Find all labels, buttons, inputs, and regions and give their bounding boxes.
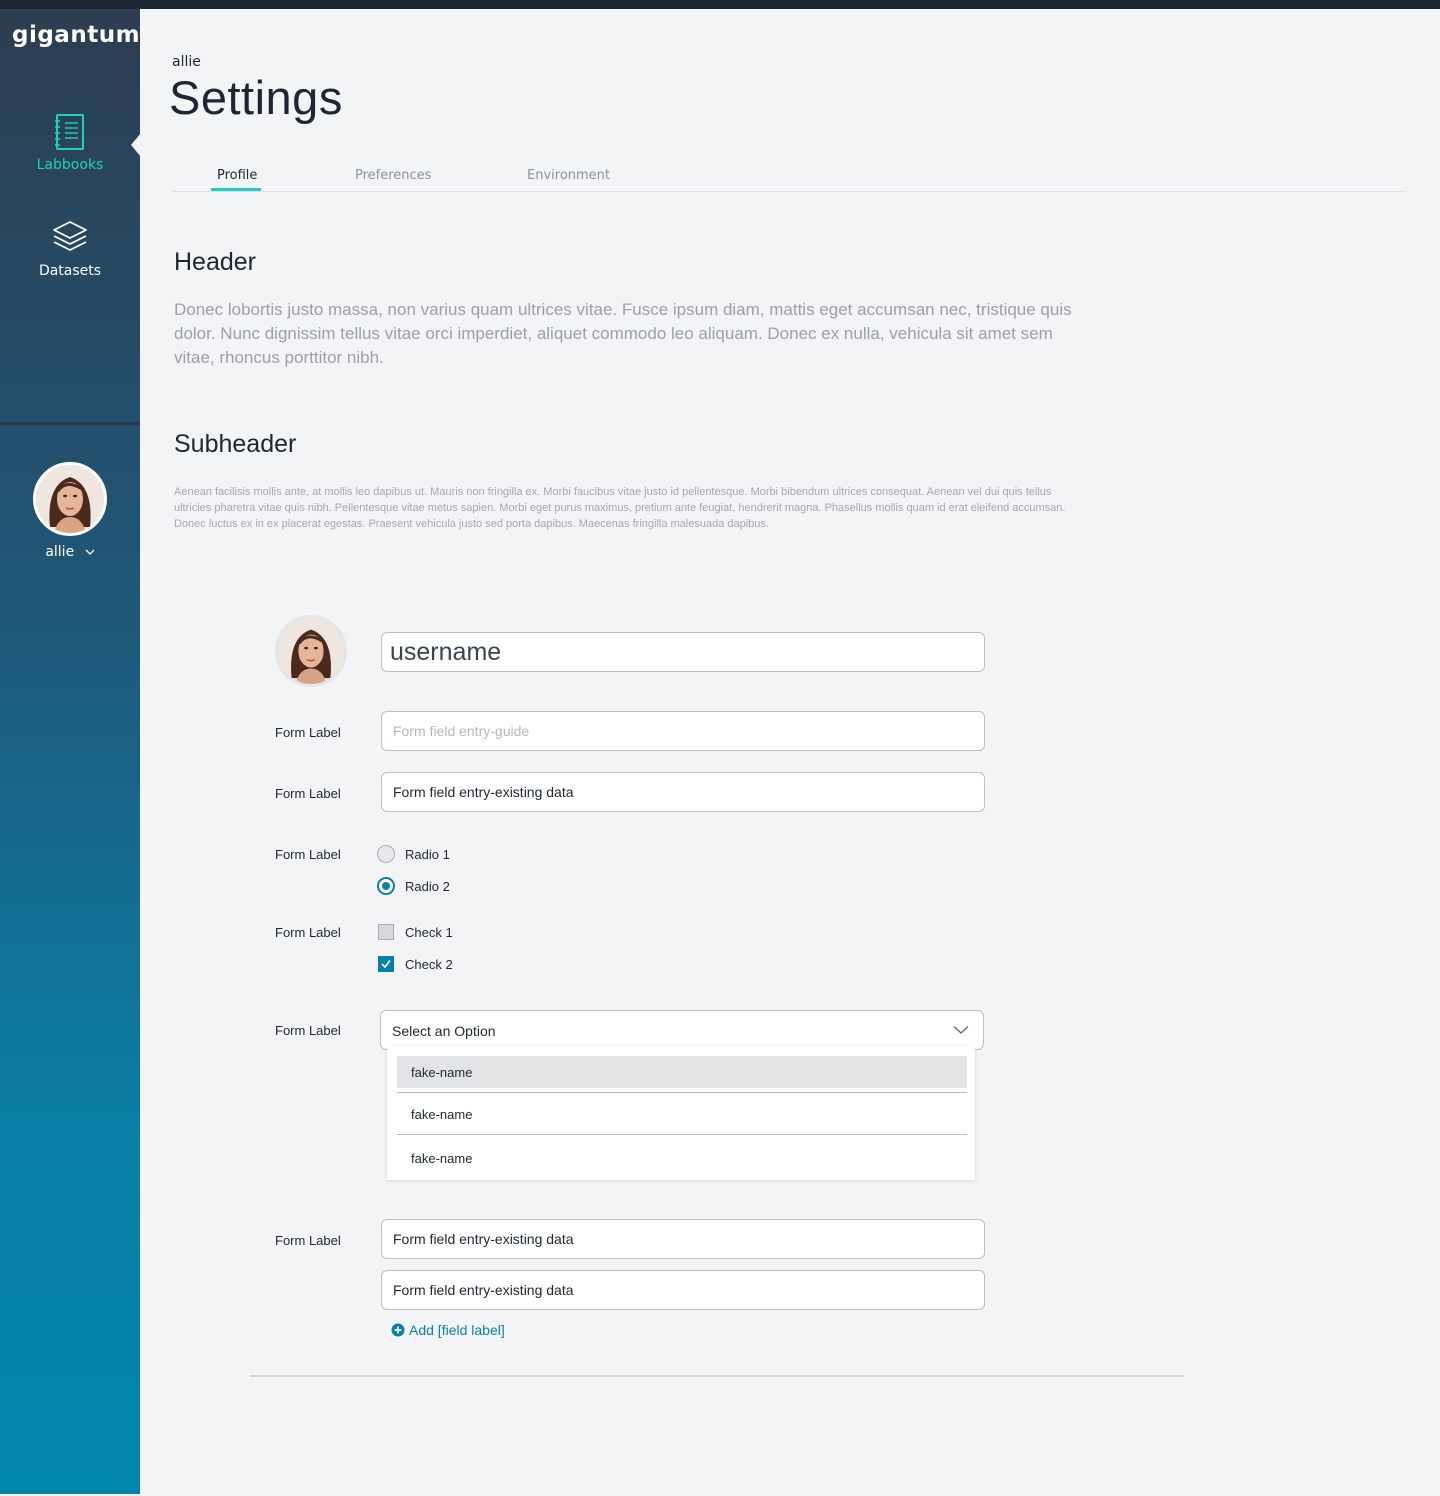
radio-label: Radio 2 [405, 879, 450, 894]
active-tab-indicator [211, 188, 261, 191]
form-label: Form Label [275, 725, 341, 740]
form-label: Form Label [275, 1233, 341, 1248]
multi-field-1[interactable] [381, 1219, 985, 1259]
sidebar: gigantum Labbooks Datasets allie [0, 9, 141, 1494]
page-title: Settings [169, 71, 343, 124]
form-label: Form Label [275, 786, 341, 801]
chevron-down-icon [85, 549, 95, 555]
user-menu[interactable]: allie [0, 544, 140, 560]
form-label: Form Label [275, 1023, 341, 1038]
checkmark-icon [381, 960, 391, 969]
tab-environment[interactable]: Environment [527, 168, 610, 183]
avatar[interactable] [33, 462, 107, 536]
add-field-link[interactable]: Add [field label] [391, 1322, 505, 1338]
option-select[interactable]: Select an Option [380, 1010, 984, 1050]
checkbox-label: Check 2 [405, 957, 453, 972]
notebook-icon [55, 114, 84, 150]
sidebar-item-labbooks[interactable]: Labbooks [0, 113, 140, 173]
section-header-text: Donec lobortis justo massa, non varius q… [174, 300, 1072, 367]
select-placeholder: Select an Option [392, 1023, 496, 1039]
multi-field-2[interactable] [381, 1270, 985, 1310]
user-avatar-image [36, 465, 104, 533]
sidebar-item-label: Labbooks [36, 157, 104, 173]
top-bar [0, 0, 1440, 9]
profile-avatar[interactable] [275, 615, 347, 687]
tab-preferences[interactable]: Preferences [355, 168, 431, 183]
active-nav-indicator [131, 133, 141, 157]
radio-button-2[interactable] [377, 877, 395, 895]
dropdown-divider [397, 1134, 967, 1135]
tab-profile[interactable]: Profile [217, 168, 257, 183]
checkbox-2[interactable] [378, 956, 394, 972]
dropdown-option[interactable]: fake-name [397, 1098, 967, 1130]
sidebar-item-label: Datasets [38, 263, 102, 279]
dropdown-option[interactable]: fake-name [397, 1142, 967, 1174]
section-subheader: Subheader [174, 430, 297, 458]
text-field-empty[interactable] [381, 711, 985, 751]
radio-button-1[interactable] [377, 845, 395, 863]
section-subheader-text: Aenean facilisis mollis ante, at mollis … [174, 486, 1066, 530]
user-name: allie [45, 544, 75, 560]
app-logo[interactable]: gigantum [12, 22, 140, 48]
section-header: Header [174, 248, 256, 276]
select-dropdown: fake-name fake-name fake-name [387, 1046, 975, 1180]
checkbox-label: Check 1 [405, 925, 453, 940]
section-divider [250, 1375, 1183, 1377]
username-input[interactable] [381, 632, 985, 672]
radio-label: Radio 1 [405, 847, 450, 862]
text-field-filled[interactable] [381, 772, 985, 812]
plus-circle-icon [391, 1323, 405, 1337]
layers-icon [53, 221, 87, 251]
form-label: Form Label [275, 847, 341, 862]
sidebar-divider [0, 422, 140, 425]
form-label: Form Label [275, 925, 341, 940]
dropdown-divider [397, 1092, 967, 1093]
user-avatar-image [278, 618, 344, 684]
chevron-down-icon [953, 1026, 969, 1034]
checkbox-1[interactable] [378, 924, 394, 940]
add-field-label: Add [field label] [409, 1322, 505, 1338]
tab-bar: Profile Preferences Environment [172, 166, 1406, 192]
dropdown-option[interactable]: fake-name [397, 1056, 967, 1088]
breadcrumb[interactable]: allie [172, 54, 201, 70]
sidebar-item-datasets[interactable]: Datasets [0, 219, 140, 279]
